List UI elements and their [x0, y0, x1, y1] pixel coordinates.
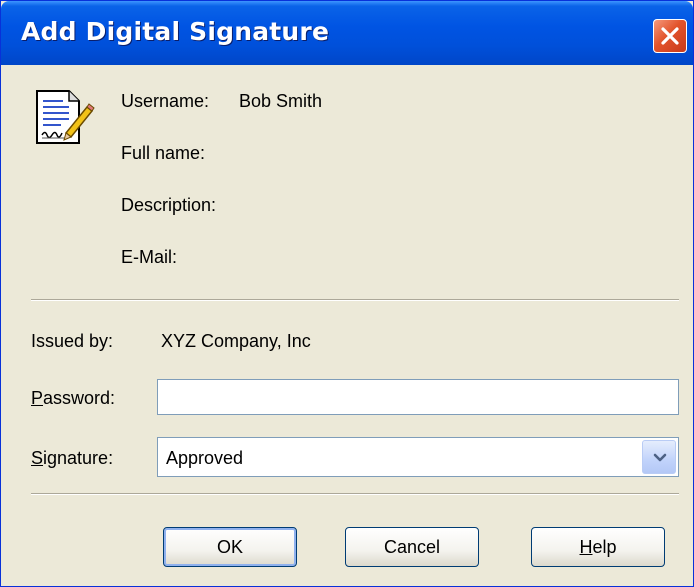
cancel-button[interactable]: Cancel [345, 527, 479, 567]
ok-button[interactable]: OK [163, 527, 297, 567]
window-title: Add Digital Signature [21, 17, 330, 46]
full-name-label: Full name: [121, 143, 206, 163]
email-label: E-Mail: [121, 247, 178, 267]
help-button[interactable]: Help [531, 527, 665, 567]
title-bar[interactable]: Add Digital Signature [1, 1, 693, 65]
password-field[interactable] [157, 379, 679, 415]
add-digital-signature-dialog: Add Digital Signature Username: Bob Smit… [0, 0, 694, 587]
help-label-text: elp [592, 537, 617, 557]
issued-by-value: XYZ Company, Inc [161, 331, 311, 351]
description-label: Description: [121, 195, 217, 215]
close-icon [661, 27, 679, 45]
separator-bottom [31, 493, 679, 495]
signature-label-text: ignature: [43, 448, 114, 468]
issued-by-label: Issued by: [31, 331, 114, 351]
username-value: Bob Smith [239, 91, 323, 111]
help-mnemonic: H [579, 537, 593, 557]
signature-mnemonic: S [31, 448, 44, 468]
dialog-body: Username: Bob Smith Full name: Descripti… [1, 65, 693, 586]
password-label-text: assword: [43, 388, 116, 408]
close-button[interactable] [653, 19, 687, 53]
signature-document-icon [36, 90, 95, 144]
signature-dropdown-button[interactable] [642, 440, 676, 474]
signature-label: Signature: [31, 448, 113, 469]
separator-top [31, 299, 679, 301]
signature-selected-value: Approved [166, 448, 244, 468]
signature-select[interactable]: Approved [157, 437, 679, 477]
password-mnemonic: P [31, 388, 44, 408]
username-label: Username: [121, 91, 210, 111]
password-label: Password: [31, 388, 115, 409]
chevron-down-icon [653, 453, 667, 462]
